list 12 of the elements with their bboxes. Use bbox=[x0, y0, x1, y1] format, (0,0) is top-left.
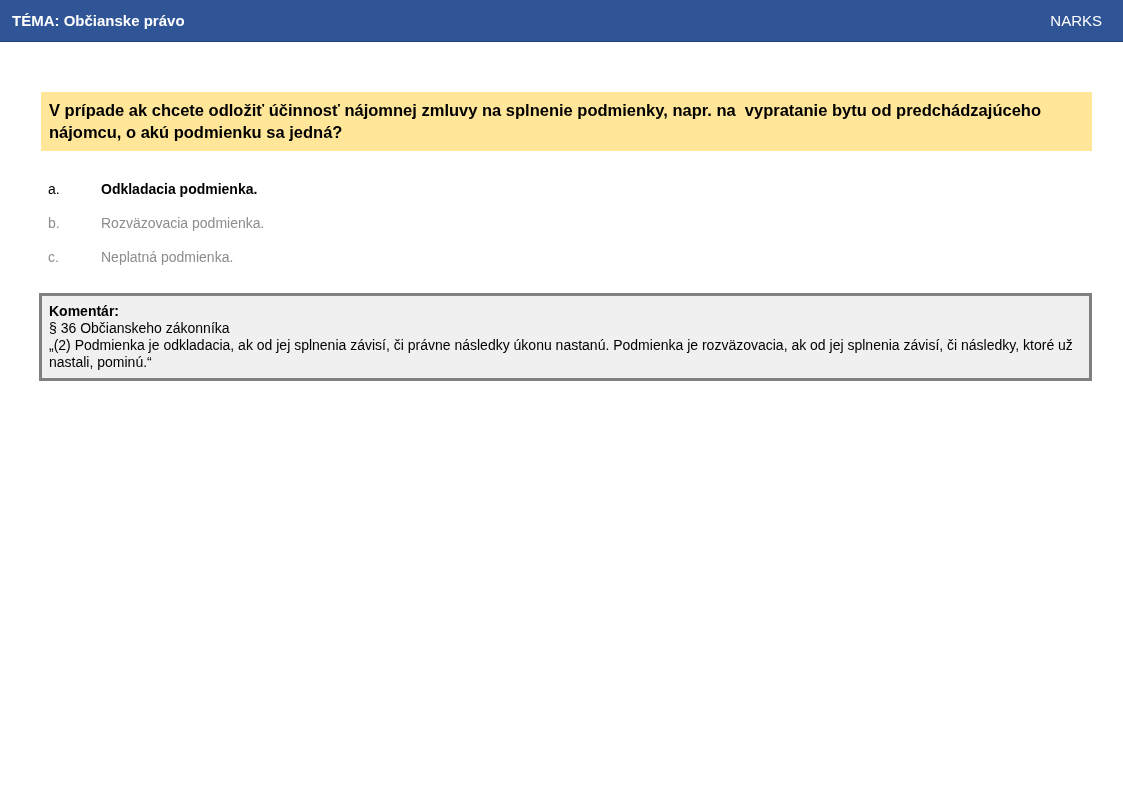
answer-option[interactable]: Neplatná podmienka. bbox=[101, 247, 234, 267]
option-letter: c. bbox=[48, 248, 60, 267]
question-text: V prípade ak chcete odložiť účinnosť nájomnej zmluvy na splnenie podmienky, napr. na vypratanie bytu od predchádzajúceho nájomcu, o akú podmienku sa jedná? bbox=[49, 100, 1042, 143]
comment-title: Komentár: bbox=[49, 303, 120, 320]
answer-option[interactable]: Rozväzovacia podmienka. bbox=[101, 213, 265, 233]
topic-title: TÉMA: Občianske právo bbox=[12, 12, 185, 29]
answer-option[interactable]: Odkladacia podmienka. bbox=[101, 179, 258, 199]
comment-source: § 36 Občianskeho zákonníka bbox=[49, 320, 231, 337]
brand-label: NARKS bbox=[1050, 12, 1102, 29]
comment-text: „(2) Podmienka je odkladacia, ak od jej splnenia závisí, či právne následky úkonu nastanú. Podmienka je rozväzovacia, ak od jej splnenia závisí, či následky, ktoré už nastali, pominú.“ bbox=[49, 337, 1074, 371]
option-letter: a. bbox=[48, 180, 61, 199]
option-letter: b. bbox=[48, 214, 61, 233]
